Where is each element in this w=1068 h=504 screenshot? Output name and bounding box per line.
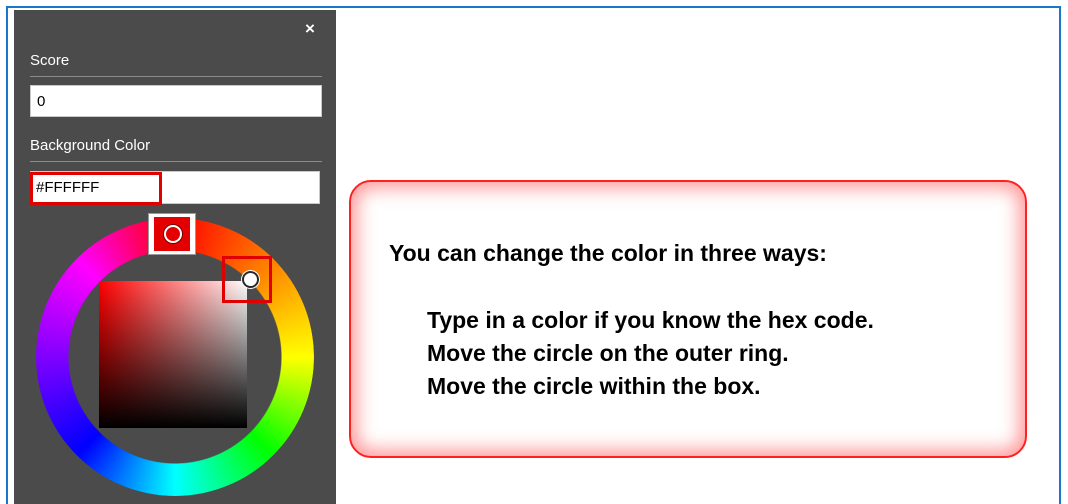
callout-line-hex: Type in a color if you know the hex code… [427, 307, 874, 333]
hue-marker-swatch [154, 217, 190, 251]
background-color-divider [30, 161, 322, 162]
callout-title: You can change the color in three ways: [389, 240, 827, 266]
instruction-callout: You can change the color in three ways: … [349, 180, 1027, 458]
score-divider [30, 76, 322, 77]
hex-input-highlight [30, 172, 162, 205]
hue-marker-highlight [148, 213, 196, 255]
callout-line-box: Move the circle within the box. [427, 373, 761, 399]
ring-handle[interactable] [242, 271, 259, 288]
score-input[interactable] [30, 85, 322, 117]
hue-handle[interactable] [164, 225, 182, 243]
ring-handle-highlight [222, 256, 272, 303]
score-label: Score [30, 52, 70, 69]
background-color-label: Background Color [30, 137, 151, 154]
callout-line-ring: Move the circle on the outer ring. [427, 340, 789, 366]
saturation-value-box[interactable] [99, 281, 247, 428]
close-icon[interactable]: × [305, 20, 315, 37]
